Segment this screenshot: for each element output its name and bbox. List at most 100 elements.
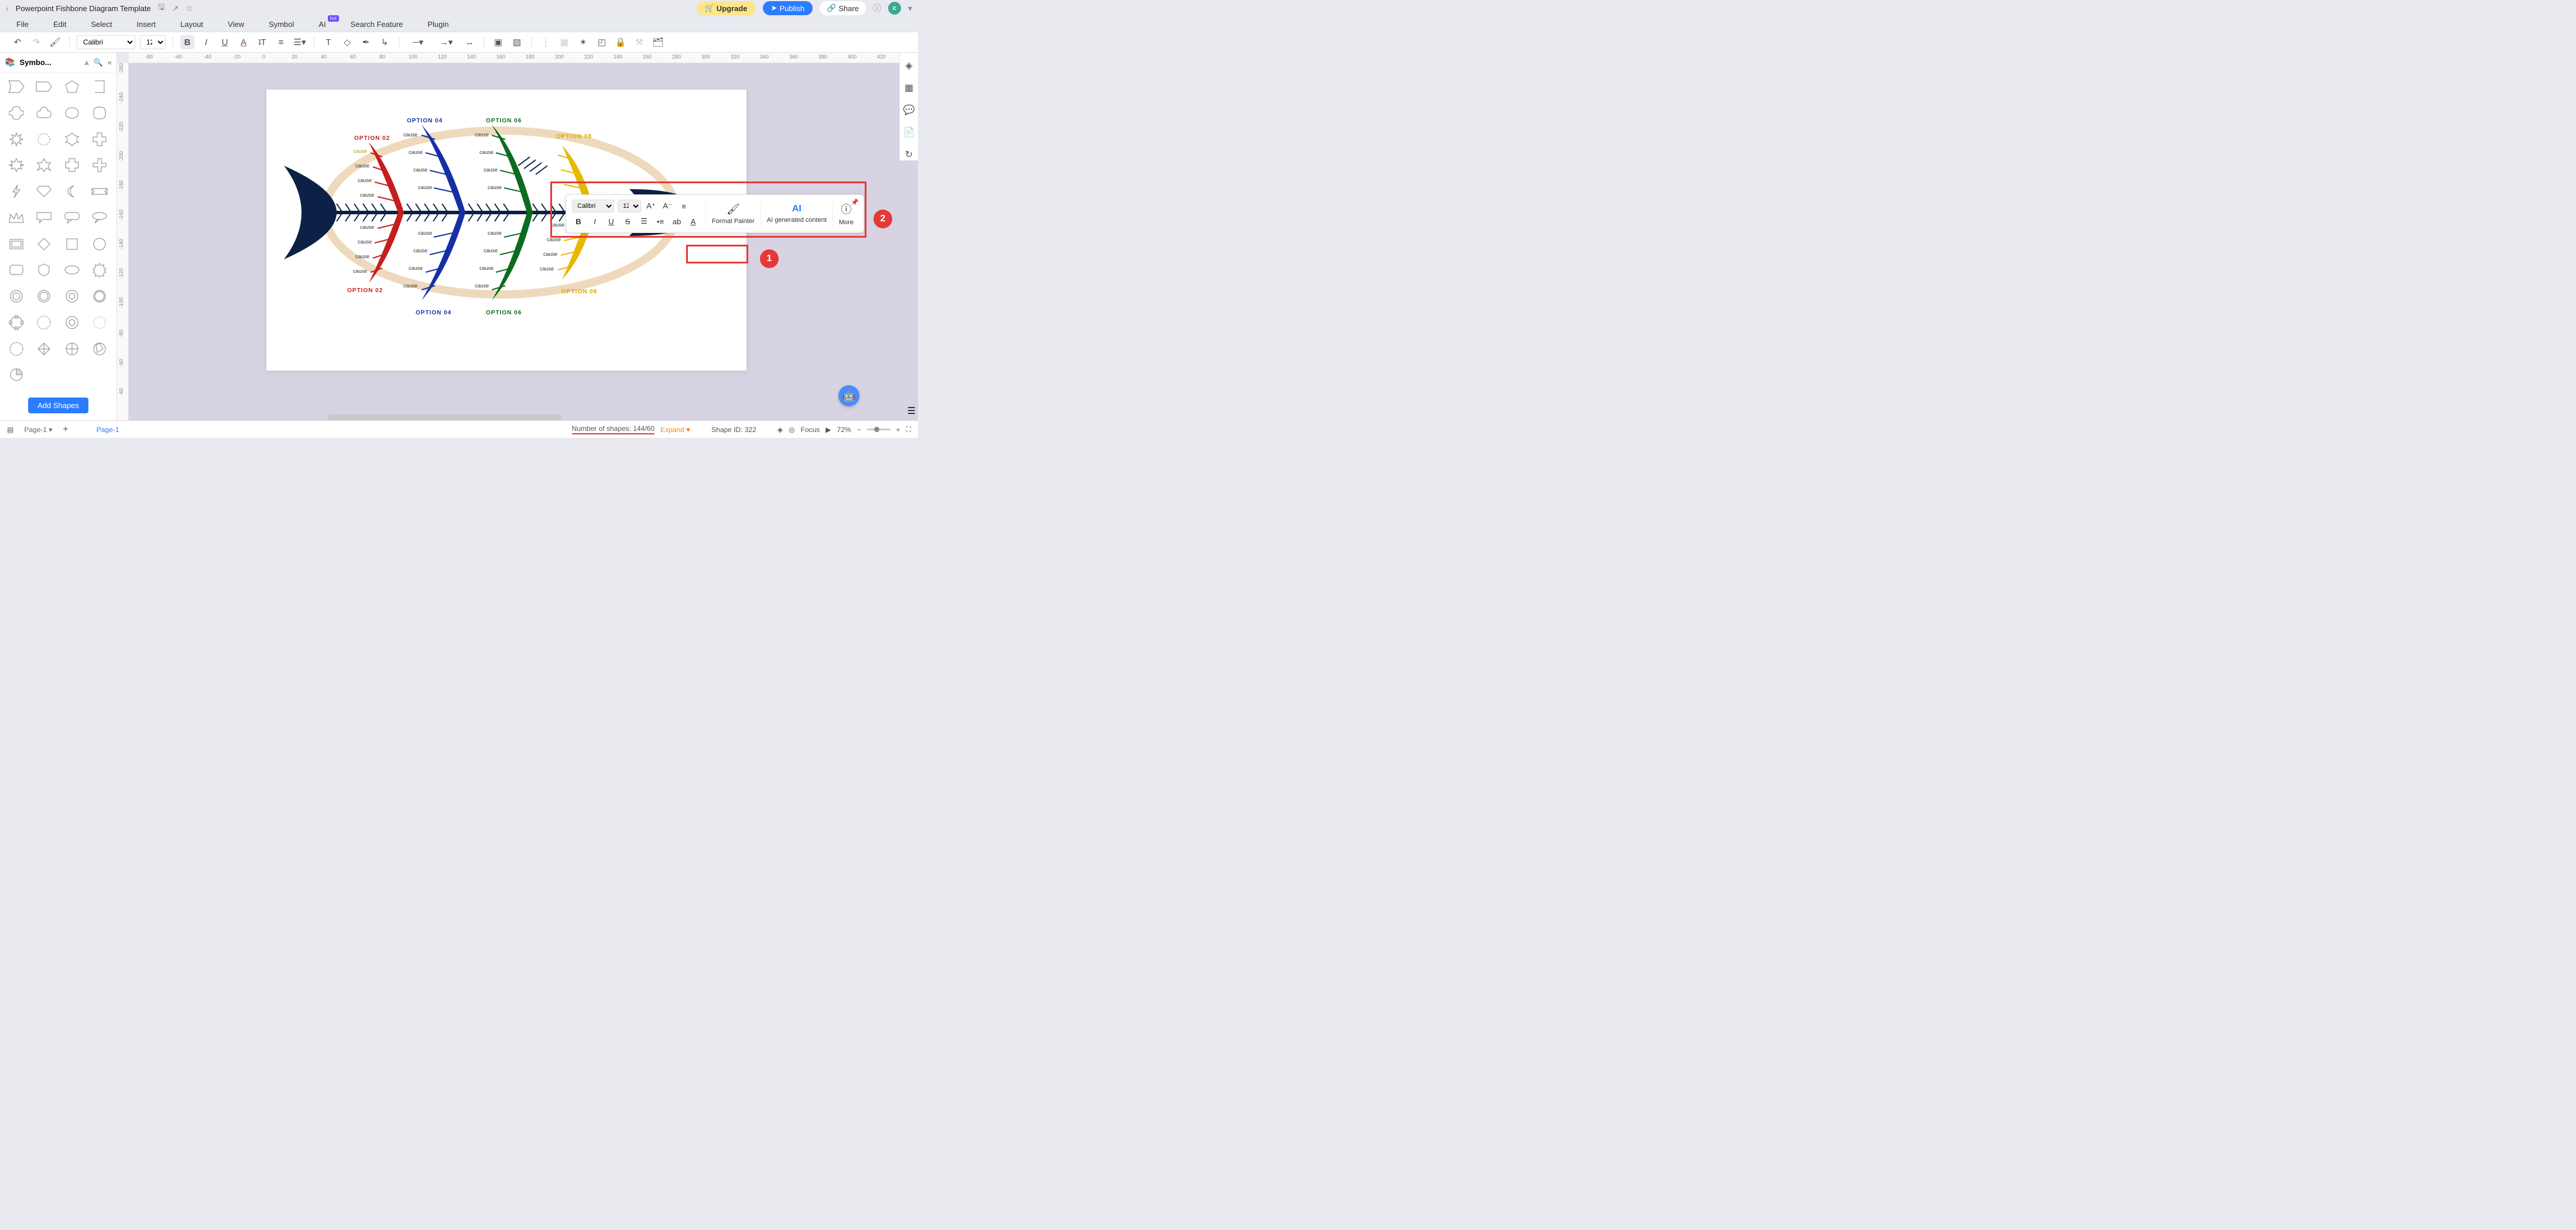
align-left-icon[interactable]: ≡ [274, 35, 288, 49]
cause-label[interactable]: cause [418, 184, 432, 190]
shape-square[interactable] [59, 234, 85, 255]
shape-double-ring[interactable] [31, 286, 57, 307]
label-option-06-bot[interactable]: OPTION 06 [486, 310, 522, 316]
crop-icon[interactable]: ◰ [595, 35, 609, 49]
cause-label[interactable]: cause [355, 163, 369, 169]
horizontal-scrollbar[interactable] [328, 414, 562, 420]
page-tab-1[interactable]: Page-1 [92, 426, 124, 434]
collapse-icon[interactable]: « [108, 58, 112, 67]
shape-speech-ellipse[interactable] [87, 207, 112, 228]
publish-button[interactable]: ➤ Publish [763, 1, 813, 15]
add-page-button[interactable]: + [63, 424, 68, 435]
align-options-icon[interactable]: ☰▾ [293, 35, 307, 49]
cause-label[interactable]: cause [413, 167, 427, 173]
shape-aperture[interactable] [87, 338, 112, 359]
zoom-in-icon[interactable]: + [896, 426, 900, 434]
menu-insert[interactable]: Insert [137, 20, 156, 29]
label-option-06-top[interactable]: OPTION 06 [486, 118, 522, 124]
cause-label[interactable]: cause [475, 132, 489, 138]
bold-button[interactable]: B [180, 35, 194, 49]
menu-select[interactable]: Select [91, 20, 112, 29]
layer-front-icon[interactable]: ▣ [491, 35, 505, 49]
export-icon[interactable]: ↗ [172, 4, 179, 13]
shape-ring[interactable] [4, 286, 29, 307]
cause-label[interactable]: cause [353, 148, 367, 154]
share-button[interactable]: 🔗 Share [820, 1, 866, 15]
menu-layout[interactable]: Layout [180, 20, 203, 29]
comment-panel-icon[interactable]: 💬 [903, 104, 915, 116]
zoom-slider[interactable] [867, 429, 890, 430]
cause-label[interactable]: cause [543, 251, 557, 257]
shape-octagon-ring[interactable] [59, 312, 85, 333]
mini-numbered-list-icon[interactable]: ☰ [638, 215, 650, 228]
italic-button[interactable]: I [199, 35, 213, 49]
fill-tool-icon[interactable]: ◇ [340, 35, 354, 49]
cause-label[interactable]: cause [358, 177, 372, 183]
arrow-style-select[interactable]: →▾ [434, 35, 458, 49]
help-icon[interactable]: ⓘ [873, 2, 881, 14]
shape-rounded-square[interactable] [87, 102, 112, 124]
font-select[interactable]: Calibri [77, 35, 135, 49]
cause-label[interactable]: cause [409, 149, 423, 155]
label-option-02-top[interactable]: OPTION 02 [354, 135, 390, 142]
cause-label[interactable]: cause [413, 248, 427, 253]
menu-view[interactable]: View [228, 20, 244, 29]
avatar[interactable]: c [888, 2, 901, 15]
shape-cross[interactable] [59, 155, 85, 176]
menu-search-feature[interactable]: Search Feature [351, 20, 403, 29]
shape-windmill[interactable] [59, 338, 85, 359]
connector-icon[interactable]: ↳ [378, 35, 392, 49]
shape-half-rect[interactable] [87, 76, 112, 97]
image-tool-icon[interactable]: ▦ [557, 35, 571, 49]
expand-icon[interactable]: ⩓ [84, 58, 88, 67]
menu-symbol[interactable]: Symbol [269, 20, 294, 29]
label-option-08-bot[interactable]: OPTION 08 [561, 289, 597, 295]
mini-ai-content[interactable]: AI AI generated content [767, 204, 827, 224]
outline-icon[interactable]: ▤ [7, 426, 13, 434]
shape-speech-round[interactable] [59, 207, 85, 228]
shape-moon[interactable] [59, 181, 85, 202]
page-select[interactable]: Page-1 ▾ [19, 426, 57, 434]
cause-label[interactable]: cause [409, 265, 423, 271]
save-icon[interactable]: 🖫 [158, 1, 165, 15]
shape-plus[interactable] [87, 129, 112, 150]
shape-frame[interactable] [4, 234, 29, 255]
library-icon[interactable]: 📚 [5, 57, 15, 67]
mini-italic-button[interactable]: I [588, 215, 601, 228]
layers-icon[interactable]: ◈ [777, 426, 783, 434]
back-icon[interactable]: ‹ [6, 4, 9, 13]
redo-icon[interactable]: ↷ [29, 35, 43, 49]
cause-label[interactable]: cause [355, 253, 369, 259]
cause-label[interactable]: cause [547, 237, 561, 242]
shape-ring-thick[interactable] [59, 286, 85, 307]
search-icon[interactable]: 🔍 [94, 58, 103, 67]
mini-lowercase-icon[interactable]: ab [670, 215, 683, 228]
mini-strike-button[interactable]: S [621, 215, 634, 228]
shape-ellipse[interactable] [59, 259, 85, 280]
cause-label[interactable]: cause [479, 149, 494, 155]
cause-label[interactable]: cause [475, 283, 489, 289]
avatar-dropdown-icon[interactable]: ▾ [908, 4, 912, 13]
lock-icon[interactable]: 🔒 [614, 35, 628, 49]
shape-seal[interactable] [31, 129, 57, 150]
shape-dotted-ring[interactable] [87, 312, 112, 333]
shape-arrow-right[interactable] [31, 76, 57, 97]
shape-pentagon[interactable] [59, 76, 85, 97]
shape-diamond-wide[interactable] [31, 181, 57, 202]
shape-cloud[interactable] [31, 102, 57, 124]
shape-notched-circle[interactable] [4, 338, 29, 359]
shape-flower[interactable] [59, 129, 85, 150]
shape-crown[interactable] [4, 207, 29, 228]
page-panel-icon[interactable]: 📄 [903, 126, 915, 138]
mini-font-select[interactable]: Calibri [572, 200, 614, 213]
cause-label[interactable]: cause [360, 224, 374, 230]
cause-label[interactable]: cause [403, 132, 417, 138]
mini-underline-button[interactable]: U [605, 215, 618, 228]
shape-speech-rect[interactable] [31, 207, 57, 228]
shape-circle[interactable] [87, 234, 112, 255]
upgrade-button[interactable]: 🛒 Upgrade [697, 1, 756, 15]
fill-panel-icon[interactable]: ◈ [905, 60, 912, 71]
shape-diamond[interactable] [31, 234, 57, 255]
spacing-icon[interactable]: ↔ [463, 35, 477, 49]
canvas[interactable]: OPTION 02 OPTION 04 OPTION 06 OPTION 08 … [129, 63, 918, 420]
